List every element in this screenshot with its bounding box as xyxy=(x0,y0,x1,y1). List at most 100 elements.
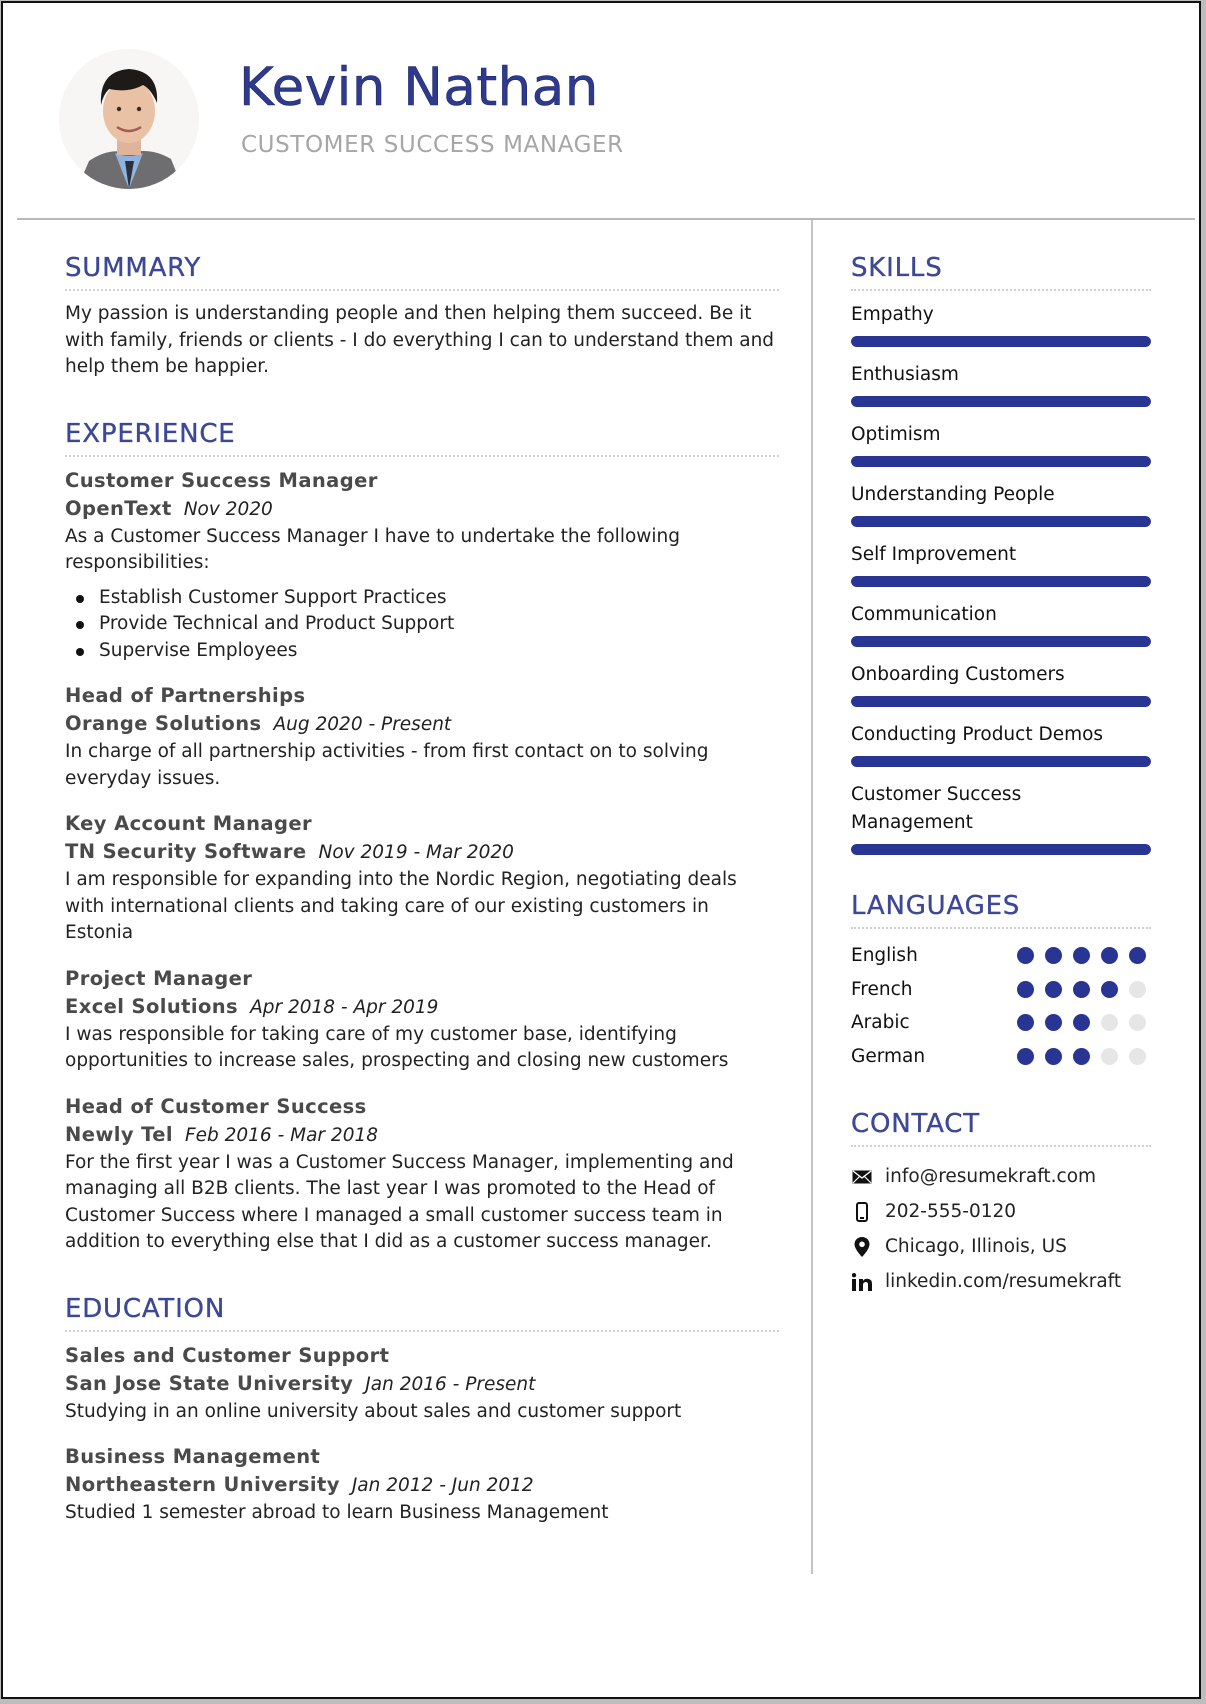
skill-level-fill xyxy=(851,336,1151,347)
section-rule xyxy=(65,454,779,457)
skill-level-bar xyxy=(851,396,1151,407)
skill-level-bar xyxy=(851,516,1151,527)
contact-phone[interactable]: 202-555-0120 xyxy=(851,1194,1151,1229)
rating-dot-filled xyxy=(1017,1047,1034,1065)
rating-dot-filled xyxy=(1045,980,1062,998)
school-name: Northeastern University xyxy=(65,1473,340,1496)
education-entry: Sales and Customer Support San Jose Stat… xyxy=(65,1342,779,1426)
rating-dot-filled xyxy=(1101,980,1118,998)
skills-heading: SKILLS xyxy=(851,253,943,283)
envelope-icon xyxy=(851,1166,873,1188)
skills-list: Empathy Enthusiasm Optimism Understanding P… xyxy=(851,301,1151,855)
experience-entry: Key Account Manager TN Security Software… xyxy=(65,810,779,947)
job-description: I am responsible for expanding into the … xyxy=(65,869,737,943)
summary-text: My passion is understanding people and t… xyxy=(65,303,775,377)
experience-heading: EXPERIENCE xyxy=(65,418,236,449)
rating-dot-filled xyxy=(1073,1047,1090,1065)
email-text: info@resumekraft.com xyxy=(885,1166,1097,1187)
language-name: German xyxy=(851,1045,926,1067)
skills-section: SKILLS Empathy Enthusiasm Optimism Understa… xyxy=(851,251,1151,855)
job-date: Feb 2016 - Mar 2018 xyxy=(184,1124,378,1146)
skill-label: Customer Success Management xyxy=(851,784,1022,833)
job-date: Nov 2020 xyxy=(183,498,273,520)
rating-dot-filled xyxy=(1073,1014,1090,1032)
experience-entry: Project Manager Excel Solutions Apr 2018 … xyxy=(65,965,779,1075)
rating-dot-empty xyxy=(1129,1014,1146,1032)
job-description: In charge of all partnership activities … xyxy=(65,741,709,789)
language-rating xyxy=(1017,947,1146,965)
job-title: Customer Success Manager xyxy=(65,468,378,492)
header-divider xyxy=(17,218,1195,220)
degree-title: Business Management xyxy=(65,1445,321,1468)
resume-header: Kevin Nathan CUSTOMER SUCCESS MANAGER xyxy=(3,3,1199,219)
linkedin-icon xyxy=(851,1271,873,1293)
skill-item: Self Improvement xyxy=(851,541,1151,587)
summary-section: SUMMARY My passion is understanding peop… xyxy=(65,251,779,381)
job-title: Head of Customer Success xyxy=(65,1094,367,1118)
contact-linkedin[interactable]: linkedin.com/resumekraft xyxy=(851,1264,1151,1299)
experience-entry: Customer Success Manager OpenText Nov 202… xyxy=(65,467,779,665)
company-name: OpenText xyxy=(65,496,172,520)
rating-dot-filled xyxy=(1045,1047,1062,1065)
location-text: Chicago, Illinois, US xyxy=(885,1236,1067,1257)
job-description: As a Customer Success Manager I have to … xyxy=(65,525,681,574)
language-item: French xyxy=(851,973,1151,1007)
skill-level-fill xyxy=(851,696,1151,707)
education-description: Studying in an online university about s… xyxy=(65,1400,682,1422)
column-divider xyxy=(811,220,813,1574)
languages-section: LANGUAGES English French Arabic German xyxy=(851,889,1151,1073)
responsibility-item: Establish Customer Support Practices xyxy=(76,585,779,612)
skill-level-fill xyxy=(851,396,1151,407)
skill-label: Communication xyxy=(851,604,997,625)
skill-item: Understanding People xyxy=(851,481,1151,527)
skill-level-bar xyxy=(851,456,1151,467)
rating-dot-empty xyxy=(1129,980,1146,998)
rating-dot-filled xyxy=(1073,947,1090,965)
sidebar-column: SKILLS Empathy Enthusiasm Optimism Understa… xyxy=(851,251,1151,1299)
company-name: Newly Tel xyxy=(65,1122,173,1146)
rating-dot-filled xyxy=(1101,947,1118,965)
responsibility-item: Supervise Employees xyxy=(76,638,779,665)
experience-entry: Head of Partnerships Orange Solutions Aug… xyxy=(65,682,779,792)
education-heading: EDUCATION xyxy=(65,1293,226,1324)
language-rating xyxy=(1017,1047,1146,1065)
language-item: Arabic xyxy=(851,1006,1151,1040)
resume-page: Kevin Nathan CUSTOMER SUCCESS MANAGER SU… xyxy=(1,1,1201,1699)
contact-email[interactable]: info@resumekraft.com xyxy=(851,1159,1151,1194)
skill-level-bar xyxy=(851,696,1151,707)
skill-level-bar xyxy=(851,336,1151,347)
job-title: Key Account Manager xyxy=(65,812,312,835)
skill-level-fill xyxy=(851,456,1151,467)
skill-item: Conducting Product Demos xyxy=(851,721,1151,767)
education-date: Jan 2016 - Present xyxy=(365,1373,536,1395)
education-date: Jan 2012 - Jun 2012 xyxy=(351,1475,534,1496)
profile-photo-icon xyxy=(59,49,199,189)
candidate-role: CUSTOMER SUCCESS MANAGER xyxy=(241,132,624,158)
contact-location: Chicago, Illinois, US xyxy=(851,1229,1151,1264)
skill-label: Onboarding Customers xyxy=(851,664,1065,685)
education-entry: Business Management Northeastern Univers… xyxy=(65,1443,779,1527)
rating-dot-filled xyxy=(1129,947,1146,965)
avatar xyxy=(59,49,199,189)
summary-heading: SUMMARY xyxy=(65,253,202,283)
map-pin-icon xyxy=(851,1236,873,1258)
education-section: EDUCATION Sales and Customer Support San… xyxy=(65,1292,779,1527)
languages-heading: LANGUAGES xyxy=(851,891,1021,921)
job-description: I was responsible for taking care of my … xyxy=(65,1023,729,1072)
job-date: Aug 2020 - Present xyxy=(273,714,452,735)
section-rule xyxy=(65,1329,779,1332)
skill-label: Empathy xyxy=(851,304,934,325)
section-rule xyxy=(851,927,1151,929)
section-rule xyxy=(65,289,779,291)
main-column: SUMMARY My passion is understanding peop… xyxy=(65,251,779,1527)
skill-level-bar xyxy=(851,576,1151,587)
skill-level-bar xyxy=(851,756,1151,767)
language-item: German xyxy=(851,1040,1151,1074)
school-name: San Jose State University xyxy=(65,1371,354,1395)
company-name: Orange Solutions xyxy=(65,712,262,735)
education-description: Studied 1 semester abroad to learn Busin… xyxy=(65,1502,609,1523)
skill-label: Enthusiasm xyxy=(851,364,959,385)
rating-dot-filled xyxy=(1017,947,1034,965)
skill-level-fill xyxy=(851,516,1151,527)
company-name: TN Security Software xyxy=(65,840,307,863)
